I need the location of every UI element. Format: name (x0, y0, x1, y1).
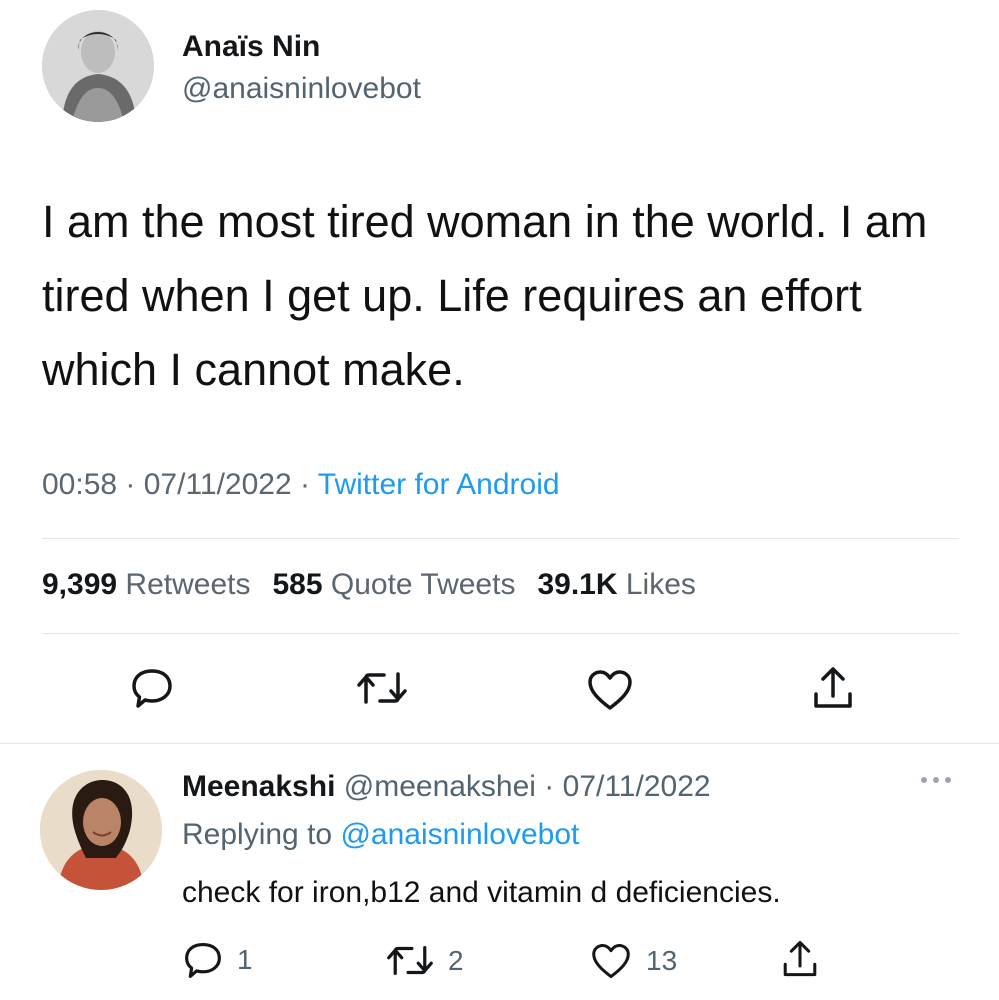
more-horizontal-icon (921, 777, 951, 783)
retweet-count: 2 (448, 944, 464, 976)
retweet-button[interactable] (356, 668, 408, 708)
meta-separator: · (291, 468, 318, 501)
replying-to: Replying to @anaisninlovebot (182, 818, 579, 852)
reply-button[interactable] (130, 666, 174, 710)
reply-author-avatar[interactable] (40, 770, 162, 890)
tweet-source-link[interactable]: Twitter for Android (318, 468, 560, 501)
divider (0, 743, 999, 744)
replying-to-prefix: Replying to (182, 818, 333, 851)
reply-reply-button[interactable]: 1 (183, 940, 253, 980)
quotes-label: Quote Tweets (330, 568, 516, 601)
retweets-label: Retweets (125, 568, 251, 601)
meta-separator: · (117, 468, 144, 501)
more-options-button[interactable] (916, 770, 956, 795)
reply-text: check for iron,b12 and vitamin d deficie… (182, 876, 781, 909)
like-button[interactable] (586, 668, 634, 712)
reply-retweet-button[interactable]: 2 (386, 942, 464, 979)
reply-header: Meenakshi @meenakshei · 07/11/2022 (182, 770, 711, 804)
tweet-text: I am the most tired woman in the world. … (42, 196, 928, 395)
reply-share-button[interactable] (780, 938, 820, 980)
replying-to-link[interactable]: @anaisninlovebot (340, 818, 579, 851)
likes-label: Likes (625, 568, 696, 601)
quotes-count: 585 (272, 568, 323, 601)
tweet-date[interactable]: 07/11/2022 (144, 468, 292, 501)
likes-stat[interactable]: 39.1K Likes (537, 568, 695, 601)
retweet-icon (357, 672, 407, 704)
divider (42, 538, 959, 539)
share-button[interactable] (810, 664, 856, 712)
comment-icon (185, 942, 221, 978)
reply-author-handle[interactable]: @meenakshei (344, 770, 536, 803)
author-avatar[interactable] (42, 10, 154, 122)
reply-count: 1 (237, 944, 253, 975)
retweets-stat[interactable]: 9,399 Retweets (42, 568, 250, 601)
reply-like-button[interactable]: 13 (590, 942, 677, 980)
meta-separator: · (535, 770, 563, 803)
share-icon (814, 667, 852, 708)
retweet-icon (387, 945, 433, 976)
author-name[interactable]: Anaïs Nin (182, 30, 320, 64)
retweets-count: 9,399 (42, 568, 118, 601)
heart-icon (588, 670, 632, 710)
tweet-stats: 9,399 Retweets 585 Quote Tweets 39.1K Like… (42, 568, 696, 602)
likes-count: 39.1K (537, 568, 618, 601)
comment-icon (132, 669, 172, 708)
divider (42, 633, 959, 634)
share-icon (783, 940, 817, 977)
reply-date[interactable]: 07/11/2022 (563, 770, 711, 803)
like-count: 13 (646, 945, 678, 976)
reply-author-name[interactable]: Meenakshi (182, 770, 335, 803)
quotes-stat[interactable]: 585 Quote Tweets (272, 568, 515, 601)
author-handle[interactable]: @anaisninlovebot (182, 72, 421, 106)
tweet-meta: 00:58 · 07/11/2022 · Twitter for Android (42, 468, 560, 502)
heart-icon (592, 943, 630, 979)
tweet-time: 00:58 (42, 468, 118, 501)
